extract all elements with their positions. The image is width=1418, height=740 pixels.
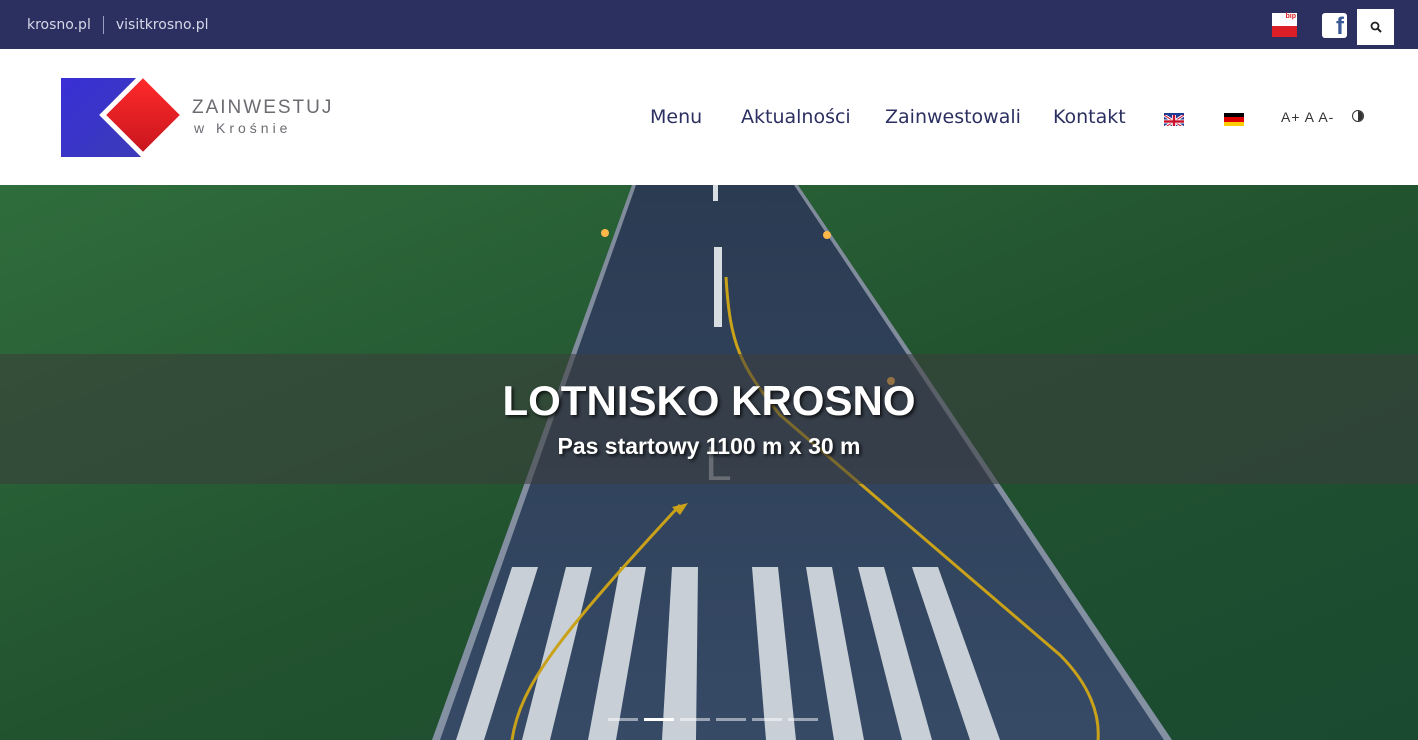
site-header: ZAINWESTUJ w Krośnie Menu Aktualności Za… xyxy=(0,49,1418,185)
nav-aktualnosci[interactable]: Aktualności xyxy=(741,49,851,185)
site-logo[interactable]: ZAINWESTUJ w Krośnie xyxy=(60,77,331,159)
link-krosno[interactable]: krosno.pl xyxy=(27,17,91,33)
slide-dot-4[interactable] xyxy=(716,718,746,721)
slide-dot-2[interactable] xyxy=(644,718,674,721)
search-icon xyxy=(1370,21,1382,33)
nav-menu-label[interactable]: Menu xyxy=(650,106,702,128)
hero-title: LOTNISKO KROSNO xyxy=(502,377,916,424)
top-links: krosno.pl visitkrosno.pl xyxy=(27,0,209,49)
slide-dot-3[interactable] xyxy=(680,718,710,721)
bip-label: bip xyxy=(1285,13,1297,20)
nav-kontakt-label[interactable]: Kontakt xyxy=(1053,106,1126,128)
facebook-label: f xyxy=(1336,13,1344,40)
search-button[interactable] xyxy=(1357,9,1394,45)
bip-icon[interactable]: bip xyxy=(1272,13,1297,37)
logo-text-sub: w Krośnie xyxy=(194,120,292,136)
slide-dot-6[interactable] xyxy=(788,718,818,721)
contrast-icon[interactable] xyxy=(1352,110,1364,122)
slide-dot-5[interactable] xyxy=(752,718,782,721)
link-visitkrosno[interactable]: visitkrosno.pl xyxy=(116,17,209,33)
hero-subtitle: Pas startowy 1100 m x 30 m xyxy=(557,433,861,459)
font-size-controls[interactable]: A+ A A- xyxy=(1281,109,1334,125)
logo-text-main: ZAINWESTUJ xyxy=(192,97,334,118)
divider xyxy=(102,15,104,34)
top-bar: krosno.pl visitkrosno.pl bip f xyxy=(0,0,1418,49)
nav-zainwestowali[interactable]: Zainwestowali xyxy=(885,49,1021,185)
hero-slider: L LOTNISKO KROSNO Pas startowy 1100 m x … xyxy=(0,185,1418,740)
slider-dots xyxy=(608,718,824,721)
german-flag-icon[interactable] xyxy=(1224,113,1244,126)
english-flag-icon[interactable] xyxy=(1164,113,1184,126)
nav-kontakt[interactable]: Kontakt xyxy=(1053,49,1126,185)
nav-zainwestowali-label[interactable]: Zainwestowali xyxy=(885,106,1021,128)
facebook-icon[interactable]: f xyxy=(1322,13,1347,40)
nav-aktualnosci-label[interactable]: Aktualności xyxy=(741,106,851,128)
nav-menu[interactable]: Menu xyxy=(650,49,702,185)
slide-dot-1[interactable] xyxy=(608,718,638,721)
